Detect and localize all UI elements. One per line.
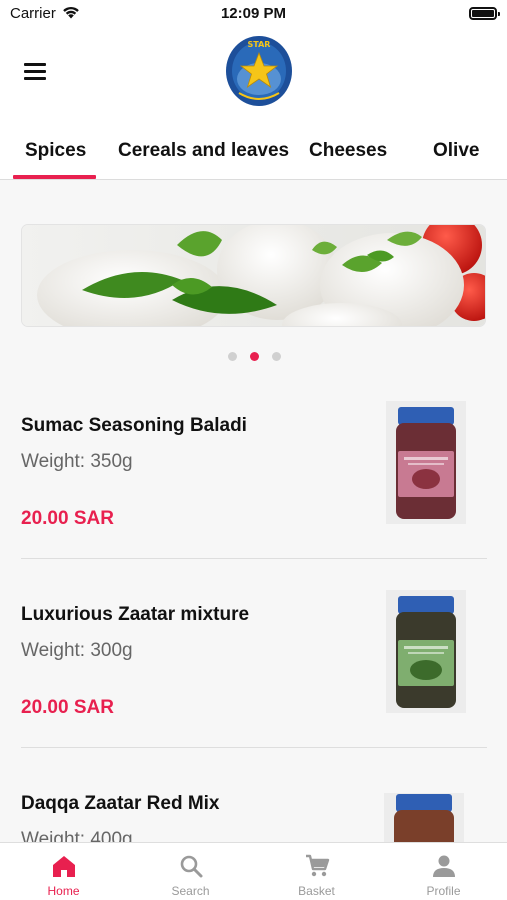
home-icon [52, 856, 75, 877]
product-price: 20.00 SAR [21, 508, 114, 529]
banner-dot-2[interactable] [250, 352, 259, 361]
product-weight: Weight: 300g [21, 640, 133, 661]
product-name: Sumac Seasoning Baladi [21, 415, 247, 436]
nav-basket-label: Basket [298, 884, 335, 898]
nav-search[interactable]: Search [127, 843, 254, 900]
nav-home-label: Home [47, 884, 80, 898]
cart-icon [305, 854, 329, 877]
category-tabs: Spices Cereals and leaves Cheeses Olive [0, 116, 507, 180]
nav-profile[interactable]: Profile [380, 843, 507, 900]
search-icon [180, 855, 202, 878]
banner-dot-1[interactable] [228, 352, 237, 361]
product-image [386, 590, 466, 713]
banner-pagination [0, 352, 507, 362]
product-card[interactable]: Sumac Seasoning Baladi Weight: 350g 20.0… [0, 401, 507, 604]
profile-icon [432, 855, 455, 877]
app-header: STAR [0, 30, 507, 116]
promo-banner[interactable] [21, 224, 486, 327]
bottom-navigation: Home Search Basket Profile [0, 842, 507, 900]
product-card[interactable]: Luxurious Zaatar mixture Weight: 300g 20… [0, 590, 507, 793]
nav-profile-label: Profile [426, 884, 461, 898]
product-name: Luxurious Zaatar mixture [21, 604, 250, 625]
product-weight: Weight: 350g [21, 451, 133, 472]
tab-spices[interactable]: Spices [25, 140, 86, 162]
divider [21, 747, 487, 748]
banner-dot-3[interactable] [272, 352, 281, 361]
product-image [384, 793, 464, 842]
svg-text:STAR: STAR [248, 40, 271, 49]
product-name: Daqqa Zaatar Red Mix [21, 793, 220, 814]
tab-cereals-and-leaves[interactable]: Cereals and leaves [118, 140, 289, 162]
active-tab-indicator [13, 175, 96, 179]
hamburger-menu-icon[interactable] [20, 60, 50, 84]
status-bar: Carrier 12:09 PM [0, 0, 507, 30]
nav-home[interactable]: Home [0, 843, 127, 900]
tab-cheeses[interactable]: Cheeses [309, 140, 387, 162]
battery-icon [469, 7, 500, 20]
tab-olive[interactable]: Olive [433, 140, 479, 162]
banner-image [22, 225, 485, 326]
star-logo: STAR [225, 35, 293, 107]
product-image [386, 401, 466, 524]
clock: 12:09 PM [220, 5, 287, 22]
nav-search-label: Search [171, 884, 210, 898]
divider [21, 558, 487, 559]
product-card[interactable]: Daqqa Zaatar Red Mix Weight: 400g [0, 793, 507, 842]
nav-basket[interactable]: Basket [253, 843, 380, 900]
product-price: 20.00 SAR [21, 697, 114, 718]
product-weight: Weight: 400g [21, 829, 133, 842]
